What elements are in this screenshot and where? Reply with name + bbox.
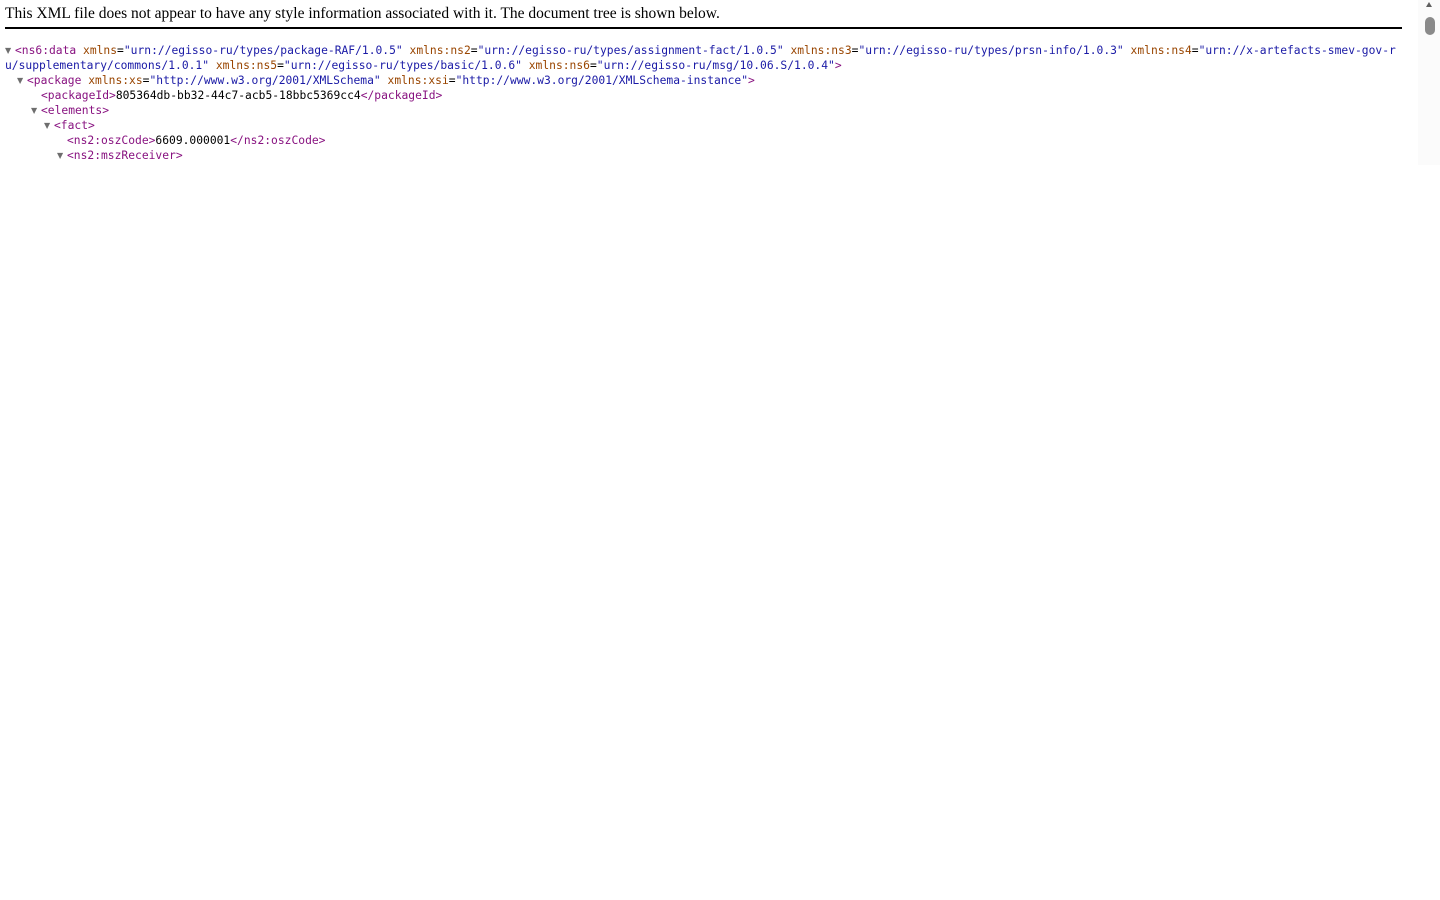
tag-open: <ns2:mszReceiver> [67,149,183,162]
tree-node-root: ▼ <ns6:data xmlns="urn://egisso-ru/types/… [5,43,1396,72]
tag-close: > [834,59,842,72]
tree-node-mszreceiver: ▼ <ns2:mszReceiver> [5,148,1400,163]
attr-name: xmlns:xsi [387,74,449,87]
collapse-toggle-icon[interactable]: ▼ [17,73,27,88]
tree-node-fact: ▼ <fact> [5,118,1400,133]
tag-open: <ns6:data [15,44,77,57]
attr-name: xmlns:ns3 [790,44,852,57]
package-id-value: 805364db-bb32-44c7-acb5-18bbc5369cc4 [115,89,361,102]
tree-node-packageid: <packageId>805364db-bb32-44c7-acb5-18bbc… [5,88,1400,103]
attr-name: xmlns:ns4 [1130,44,1192,57]
tag-close: </packageId> [360,89,443,102]
tag-open: <package [27,74,82,87]
attr-value: "http://www.w3.org/2001/XMLSchema" [149,74,381,87]
tree-node-oszcode: <ns2:oszCode>6609.000001</ns2:oszCode> [5,133,1400,148]
attr-name: xmlns:ns6 [528,59,590,72]
xml-document-tree: ▼ <ns6:data xmlns="urn://egisso-ru/types/… [5,43,1400,163]
xml-viewer-header: This XML file does not appear to have an… [5,0,1402,29]
attr-value: "urn://egisso-ru/types/assignment-fact/1… [477,44,784,57]
tree-node-package: ▼ <package xmlns:xs="http://www.w3.org/20… [17,73,755,88]
osz-code-value: 6609.000001 [155,134,231,147]
scrollbar-thumb[interactable] [1425,17,1435,35]
collapse-toggle-icon[interactable]: ▼ [44,118,54,133]
vertical-scrollbar[interactable] [1418,0,1440,165]
attr-name: xmlns:ns5 [215,59,278,72]
scroll-up-arrow-icon[interactable] [1426,2,1432,7]
attr-value: "urn://egisso-ru/types/basic/1.0.6" [283,59,522,72]
tag-open: <fact> [54,119,95,132]
tag-open: <elements> [41,104,110,117]
collapse-toggle-icon[interactable]: ▼ [5,43,15,58]
collapse-toggle-icon[interactable]: ▼ [57,148,67,163]
tag-open: <ns2:oszCode> [67,134,156,147]
attr-name: xmlns [83,44,118,57]
tag-close: > [748,74,755,87]
tag-open: <packageId> [41,89,116,102]
no-style-info-message: This XML file does not appear to have an… [5,5,720,22]
tree-node-elements: ▼ <elements> [5,103,1400,118]
collapse-toggle-icon[interactable]: ▼ [31,103,41,118]
attr-value: "urn://egisso-ru/types/package-RAF/1.0.5… [123,44,403,57]
attr-value: "urn://egisso-ru/msg/10.06.S/1.0.4" [596,59,835,72]
tag-close: </ns2:oszCode> [230,134,326,147]
attr-value: "urn://egisso-ru/types/prsn-info/1.0.3" [858,44,1124,57]
attr-name: xmlns:ns2 [409,44,471,57]
attr-name: xmlns:xs [88,74,143,87]
attr-value: "http://www.w3.org/2001/XMLSchema-instan… [455,74,749,87]
